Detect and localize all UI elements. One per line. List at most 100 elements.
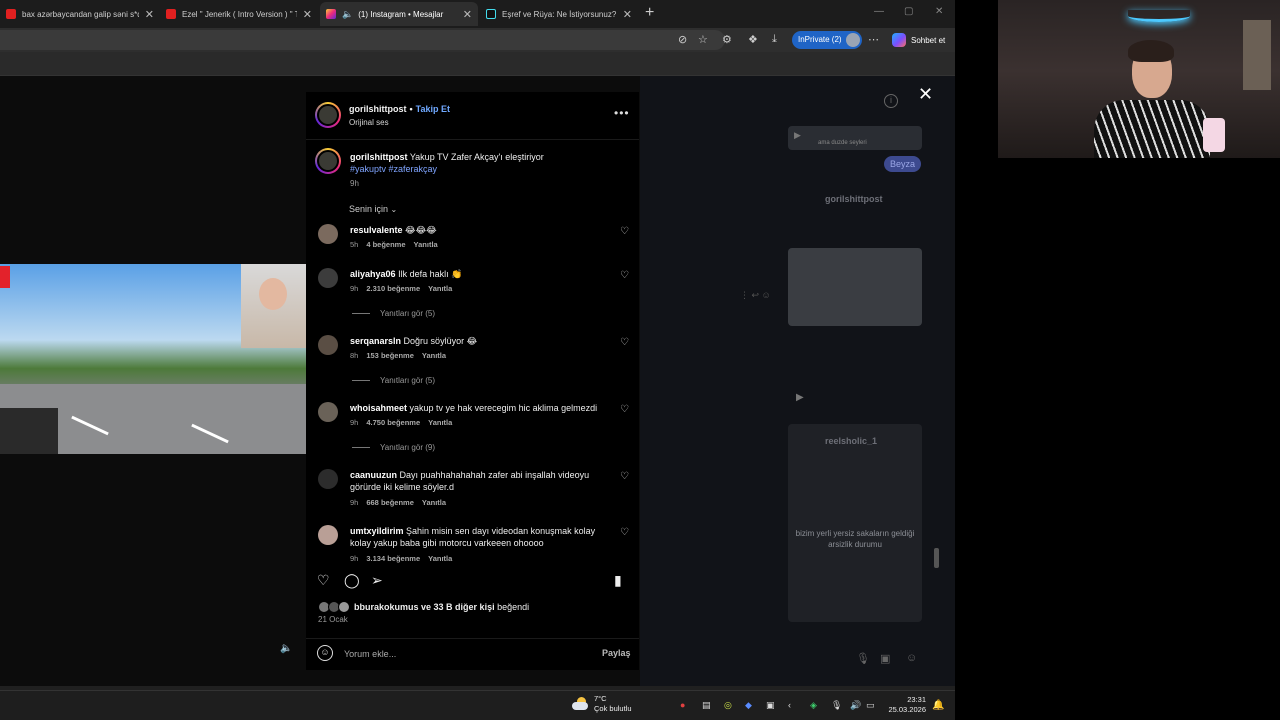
comment-input[interactable]: [344, 647, 584, 661]
like-comment-icon[interactable]: ♡: [620, 471, 629, 482]
audio-label[interactable]: Orijinal ses: [349, 118, 389, 127]
notification-bell-icon[interactable]: 🔔: [932, 700, 944, 711]
message-options-icon[interactable]: ⋮ ↩ ☺: [740, 290, 771, 301]
reply-button[interactable]: Yanıtla: [428, 418, 452, 427]
tray-app-icon[interactable]: ▣: [766, 700, 775, 711]
post-comment-button[interactable]: Paylaş: [602, 648, 631, 658]
tab-youtube-2[interactable]: Ezel " Jenerik ( Intro Version ) " Toy ✕: [160, 2, 318, 26]
caption-hashtags[interactable]: #yakuptv #zaferakçay: [350, 164, 437, 174]
tracking-prevention-icon[interactable]: ⊘: [678, 33, 687, 46]
caption-username[interactable]: gorilshittpost: [350, 152, 408, 162]
dm-reel-thumbnail[interactable]: [788, 424, 922, 622]
comment-likes[interactable]: 4.750 beğenme: [366, 418, 420, 427]
close-tab-icon[interactable]: ✕: [303, 8, 312, 21]
commenter-avatar[interactable]: [318, 335, 338, 355]
image-icon[interactable]: ▣: [880, 652, 890, 665]
close-tab-icon[interactable]: ✕: [463, 8, 472, 21]
tray-app-icon[interactable]: ◎: [724, 700, 732, 711]
close-tab-icon[interactable]: ✕: [145, 8, 154, 21]
volume-icon[interactable]: 🔊: [850, 700, 861, 711]
collections-icon[interactable]: ❖: [748, 33, 758, 46]
download-icon[interactable]: ⤓: [772, 33, 777, 46]
liker-username[interactable]: bburakokumus: [354, 602, 419, 612]
close-window-icon[interactable]: ✕: [935, 6, 943, 17]
view-replies-button[interactable]: Yanıtları gör (9): [352, 443, 435, 452]
commenter-avatar[interactable]: [318, 224, 338, 244]
comment-likes[interactable]: 4 beğenme: [366, 240, 405, 249]
scrollbar[interactable]: [934, 128, 939, 680]
reel-video[interactable]: [0, 264, 306, 454]
tray-app-icon[interactable]: ●: [680, 700, 685, 710]
comment-likes[interactable]: 153 beğenme: [366, 351, 414, 360]
like-comment-icon[interactable]: ♡: [620, 337, 629, 348]
tab-instagram[interactable]: 🔈 (1) Instagram • Mesajlar ✕: [320, 2, 478, 26]
view-replies-button[interactable]: Yanıtları gör (5): [352, 309, 435, 318]
more-menu-icon[interactable]: ⋯: [868, 33, 879, 46]
comment-likes[interactable]: 3.134 beğenme: [366, 554, 420, 563]
comment-likes[interactable]: 668 beğenme: [366, 498, 414, 507]
comment-icon[interactable]: ◯: [344, 572, 360, 589]
reply-button[interactable]: Yanıtla: [428, 554, 452, 563]
commenter-username[interactable]: whoisahmeet: [350, 403, 407, 413]
more-options-icon[interactable]: •••: [614, 106, 630, 120]
comment-filter-dropdown[interactable]: Senin için ⌄: [349, 204, 397, 214]
tray-app-icon[interactable]: ◆: [745, 700, 752, 711]
commenter-username[interactable]: resulvalente: [350, 225, 403, 235]
reply-button[interactable]: Yanıtla: [414, 240, 438, 249]
volume-icon[interactable]: 🔈: [280, 643, 296, 659]
comment-likes[interactable]: 2.310 beğenme: [366, 284, 420, 293]
bookmark-icon[interactable]: ▮: [614, 572, 622, 589]
likes-count[interactable]: ve 33 B diğer kişi: [421, 602, 495, 612]
address-bar[interactable]: [0, 30, 725, 50]
speaker-icon[interactable]: 🔈: [342, 9, 353, 20]
follow-button[interactable]: Takip Et: [416, 104, 450, 114]
microphone-icon[interactable]: 🎙: [856, 652, 870, 665]
reply-button[interactable]: Yanıtla: [422, 498, 446, 507]
reply-button[interactable]: Yanıtla: [428, 284, 452, 293]
dm-video-thumbnail[interactable]: ▶ ama duzde seyleri: [788, 126, 922, 150]
sticker-icon[interactable]: ☺: [906, 652, 917, 664]
like-comment-icon[interactable]: ♡: [620, 527, 629, 538]
new-tab-icon[interactable]: +: [645, 4, 654, 22]
emoji-icon[interactable]: ☺: [317, 645, 333, 661]
like-comment-icon[interactable]: ♡: [620, 270, 629, 281]
microphone-icon[interactable]: 🎙: [831, 700, 842, 711]
info-icon[interactable]: i: [884, 94, 898, 108]
dm-message-bubble[interactable]: Beyza: [884, 156, 922, 172]
dm-reel-thumbnail[interactable]: [788, 248, 922, 326]
like-comment-icon[interactable]: ♡: [620, 226, 629, 237]
author-username[interactable]: gorilshittpost: [349, 104, 407, 114]
maximize-icon[interactable]: ▢: [904, 6, 913, 17]
likes-summary[interactable]: bburakokumus ve 33 B diğer kişi beğendi: [318, 600, 529, 614]
favorite-star-icon[interactable]: ☆: [698, 33, 708, 46]
system-clock[interactable]: 23:31 25.03.2026: [884, 695, 926, 715]
close-tab-icon[interactable]: ✕: [623, 8, 632, 21]
commenter-avatar[interactable]: [318, 525, 338, 545]
like-icon[interactable]: ♡: [317, 572, 330, 589]
commenter-username[interactable]: caanuuzun: [350, 470, 397, 480]
reply-button[interactable]: Yanıtla: [422, 351, 446, 360]
author-avatar[interactable]: [315, 148, 341, 174]
share-icon[interactable]: ➢: [371, 572, 383, 589]
minimize-icon[interactable]: —: [874, 6, 884, 17]
commenter-avatar[interactable]: [318, 402, 338, 422]
scrollbar-thumb[interactable]: [934, 548, 939, 568]
weather-widget[interactable]: 7°C Çok bulutlu: [572, 694, 632, 714]
commenter-avatar[interactable]: [318, 268, 338, 288]
close-icon[interactable]: ✕: [918, 84, 933, 105]
like-comment-icon[interactable]: ♡: [620, 404, 629, 415]
view-replies-button[interactable]: Yanıtları gör (5): [352, 376, 435, 385]
copilot-button[interactable]: Sohbet et: [892, 32, 945, 48]
tray-app-icon[interactable]: ▤: [702, 700, 711, 711]
commenter-username[interactable]: serqanarsln: [350, 336, 401, 346]
extensions-icon[interactable]: ⚙: [722, 33, 732, 46]
chevron-left-icon[interactable]: ‹: [788, 700, 791, 710]
tab-tiktok[interactable]: Eşref ve Rüya: Ne İstiyorsunuz? | Ti ✕: [480, 2, 638, 26]
author-avatar[interactable]: [315, 102, 341, 128]
network-icon[interactable]: ▭: [866, 700, 875, 711]
commenter-username[interactable]: umtxyildirim: [350, 526, 404, 536]
tab-youtube-1[interactable]: bax azərbaycandan galip səni s*qim ✕: [0, 2, 160, 26]
commenter-username[interactable]: aliyahya06: [350, 269, 396, 279]
tray-app-icon[interactable]: ◈: [810, 700, 817, 711]
commenter-avatar[interactable]: [318, 469, 338, 489]
